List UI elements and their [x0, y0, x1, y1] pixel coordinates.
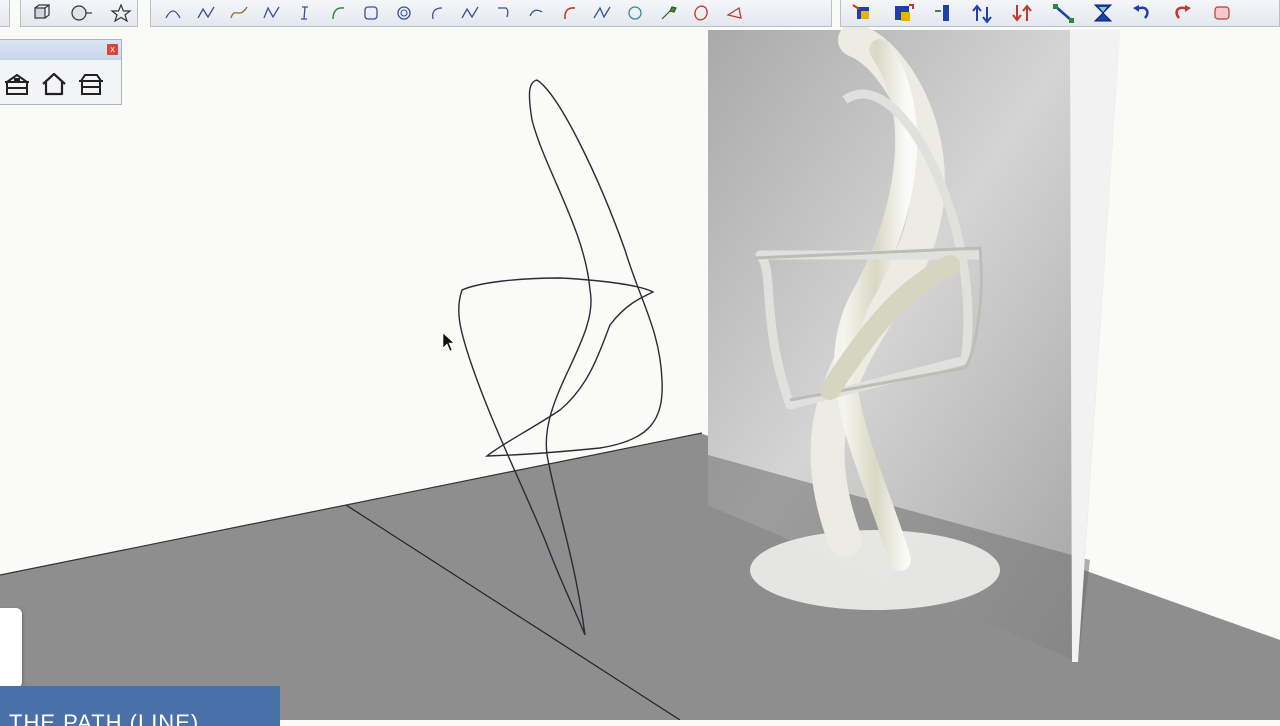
warehouse-icon[interactable] — [3, 70, 31, 98]
move-cube-icon[interactable] — [849, 3, 877, 23]
arrows-down-icon[interactable] — [1009, 3, 1037, 23]
toolbar-transform — [840, 0, 1280, 27]
arc-left-icon[interactable] — [425, 4, 449, 22]
eraser-icon[interactable] — [1209, 3, 1237, 23]
cube-icon[interactable] — [29, 4, 53, 22]
spiral-icon[interactable] — [392, 4, 416, 22]
panel-close-button[interactable]: x — [107, 44, 118, 55]
circle-icon[interactable] — [623, 4, 647, 22]
arrows-up-icon[interactable] — [969, 3, 997, 23]
side-panel-tab[interactable] — [0, 608, 22, 688]
rounded-rect-icon[interactable] — [359, 4, 383, 22]
3d-viewport[interactable] — [0, 0, 1280, 720]
wrench-icon[interactable] — [656, 4, 680, 22]
panel-buttons — [3, 70, 105, 98]
zigzag-icon[interactable] — [194, 4, 218, 22]
toolbar-left-stub — [0, 0, 10, 27]
panel-titlebar[interactable]: x — [0, 40, 121, 60]
lamp-icon[interactable] — [722, 4, 746, 22]
n-curve-icon[interactable] — [590, 4, 614, 22]
diagonal-icon[interactable] — [1049, 3, 1077, 23]
shed-icon[interactable] — [77, 70, 105, 98]
scale-cube-icon[interactable] — [889, 3, 917, 23]
sphere-icon[interactable] — [69, 4, 93, 22]
caption-banner: THE PATH (LINE) — [0, 686, 280, 726]
arc-icon[interactable] — [161, 4, 185, 22]
toolbar-shapes — [20, 0, 138, 27]
render-panel[interactable] — [708, 23, 1120, 662]
caption-text: THE PATH (LINE) — [9, 710, 200, 726]
wave-icon[interactable] — [260, 4, 284, 22]
arc-open-icon[interactable] — [326, 4, 350, 22]
house-icon[interactable] — [40, 70, 68, 98]
hook-icon[interactable] — [491, 4, 515, 22]
star-icon[interactable] — [109, 4, 133, 22]
hourglass-icon[interactable] — [1089, 3, 1117, 23]
floating-tool-panel: x — [0, 39, 122, 105]
red-arc-icon[interactable] — [557, 4, 581, 22]
toolbar-curves — [150, 0, 832, 27]
zigzag2-icon[interactable] — [458, 4, 482, 22]
push-icon[interactable] — [929, 3, 957, 23]
ellipse-icon[interactable] — [689, 4, 713, 22]
redo-icon[interactable] — [1169, 3, 1197, 23]
i-curve-icon[interactable] — [293, 4, 317, 22]
curve-icon[interactable] — [524, 4, 548, 22]
freehand-icon[interactable] — [227, 4, 251, 22]
undo-icon[interactable] — [1129, 3, 1157, 23]
